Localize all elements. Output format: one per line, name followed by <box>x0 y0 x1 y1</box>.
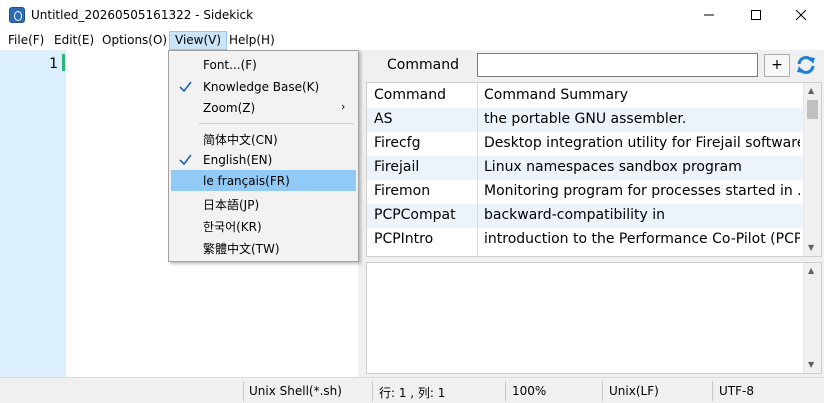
menu-edit[interactable]: Edit(E) <box>49 31 99 50</box>
menu-separator <box>199 123 354 124</box>
column-divider[interactable] <box>477 83 478 256</box>
command-cell: Firejail <box>374 159 420 175</box>
menu-item-label: 日本語(JP) <box>203 198 260 212</box>
summary-cell: Monitoring program for processes started… <box>484 183 800 199</box>
maximize-button[interactable] <box>733 0 779 30</box>
menu-item-label: Font...(F) <box>203 58 257 72</box>
table-row[interactable]: Firejail Linux namespaces sandbox progra… <box>367 156 803 180</box>
submenu-arrow-icon: › <box>341 100 346 113</box>
app-icon <box>9 7 25 23</box>
command-cell: PCPCompat <box>374 207 456 223</box>
column-header-summary: Command Summary <box>484 87 629 103</box>
refresh-icon[interactable] <box>795 54 817 76</box>
maximize-icon <box>751 10 761 20</box>
output-area[interactable]: ▲ ▼ <box>366 262 822 374</box>
table-row[interactable]: PCPCompat backward-compatibility in <box>367 204 803 228</box>
scroll-up-icon[interactable]: ▲ <box>808 86 814 95</box>
add-command-button[interactable]: + <box>764 54 790 77</box>
status-bar: Unix Shell(*.sh) 行: 1 , 列: 1 100% Unix(L… <box>0 377 824 403</box>
command-label: Command <box>387 57 459 73</box>
menu-item-label: 简体中文(CN) <box>203 133 278 147</box>
table-row[interactable]: Firecfg Desktop integration utility for … <box>367 132 803 156</box>
menu-item-font[interactable]: Font...(F) <box>171 54 356 75</box>
close-button[interactable] <box>778 0 824 30</box>
command-table: Command Command Summary AS the portable … <box>366 82 822 257</box>
line-number-gutter: 1 <box>0 50 66 377</box>
menu-options[interactable]: Options(O) <box>97 31 172 50</box>
menu-item-language-cn[interactable]: 简体中文(CN) <box>171 127 356 148</box>
menu-item-label: 繁體中文(TW) <box>203 242 280 256</box>
menu-item-label: Knowledge Base(K) <box>203 80 320 94</box>
scroll-down-icon[interactable]: ▼ <box>808 243 814 252</box>
status-divider <box>712 381 713 401</box>
menu-bar: File(F) Edit(E) Options(O) View(V) Help(… <box>0 30 824 50</box>
current-line-marker <box>62 54 65 71</box>
status-zoom[interactable]: 100% <box>512 384 546 398</box>
line-number: 1 <box>49 56 58 72</box>
minimize-button[interactable] <box>686 0 732 30</box>
table-scrollbar[interactable]: ▲ ▼ <box>803 83 821 256</box>
menu-item-label: 한국어(KR) <box>203 220 262 234</box>
menu-item-language-fr[interactable]: le français(FR) <box>171 170 356 191</box>
status-divider <box>243 381 244 401</box>
menu-item-language-tw[interactable]: 繁體中文(TW) <box>171 236 356 257</box>
status-encoding[interactable]: UTF-8 <box>719 384 754 398</box>
summary-cell: the portable GNU assembler. <box>484 111 687 127</box>
table-row[interactable]: PCPIntro introduction to the Performance… <box>367 228 803 252</box>
status-divider <box>372 381 373 401</box>
summary-cell: Linux namespaces sandbox program <box>484 159 742 175</box>
command-cell: PCPIntro <box>374 231 434 247</box>
menu-view[interactable]: View(V) <box>169 31 228 50</box>
menu-file[interactable]: File(F) <box>3 31 49 50</box>
command-search-input[interactable] <box>477 53 758 77</box>
summary-cell: introduction to the Performance Co-Pilot… <box>484 231 800 247</box>
summary-cell: Desktop integration utility for Firejail… <box>484 135 800 151</box>
command-cell: Firemon <box>374 183 431 199</box>
scroll-up-icon[interactable]: ▲ <box>808 266 814 275</box>
minimize-icon <box>704 14 714 16</box>
menu-item-knowledge-base[interactable]: Knowledge Base(K) <box>171 76 356 97</box>
menu-item-language-kr[interactable]: 한국어(KR) <box>171 214 356 235</box>
menu-item-label: Zoom(Z) <box>203 101 256 115</box>
output-scrollbar[interactable]: ▲ ▼ <box>803 263 821 373</box>
status-cursor-position: 行: 1 , 列: 1 <box>379 386 446 400</box>
view-menu-dropdown: Font...(F) Knowledge Base(K) Zoom(Z) › 简… <box>168 50 359 262</box>
menu-item-label: English(EN) <box>203 153 273 167</box>
scroll-down-icon[interactable]: ▼ <box>808 360 814 369</box>
table-header: Command Command Summary <box>367 84 803 108</box>
status-language[interactable]: Unix Shell(*.sh) <box>249 384 342 398</box>
column-header-command: Command <box>374 87 446 103</box>
command-cell: Firecfg <box>374 135 421 151</box>
window-title: Untitled_20260505161322 - Sidekick <box>31 8 254 22</box>
checkmark-icon <box>179 154 192 165</box>
menu-help[interactable]: Help(H) <box>224 31 280 50</box>
menu-item-language-jp[interactable]: 日本語(JP) <box>171 192 356 213</box>
menu-item-language-en[interactable]: English(EN) <box>171 149 356 170</box>
table-row[interactable]: AS the portable GNU assembler. <box>367 108 803 132</box>
menu-item-zoom[interactable]: Zoom(Z) › <box>171 97 356 118</box>
status-divider <box>505 381 506 401</box>
status-divider <box>602 381 603 401</box>
checkmark-icon <box>179 81 192 92</box>
command-cell: AS <box>374 111 393 127</box>
status-line-ending[interactable]: Unix(LF) <box>609 384 659 398</box>
menu-item-label: le français(FR) <box>203 174 290 188</box>
summary-cell: backward-compatibility in <box>484 207 666 223</box>
close-icon <box>795 9 807 21</box>
scrollbar-thumb[interactable] <box>807 100 818 119</box>
title-bar: Untitled_20260505161322 - Sidekick <box>0 0 824 30</box>
table-row[interactable]: Firemon Monitoring program for processes… <box>367 180 803 204</box>
